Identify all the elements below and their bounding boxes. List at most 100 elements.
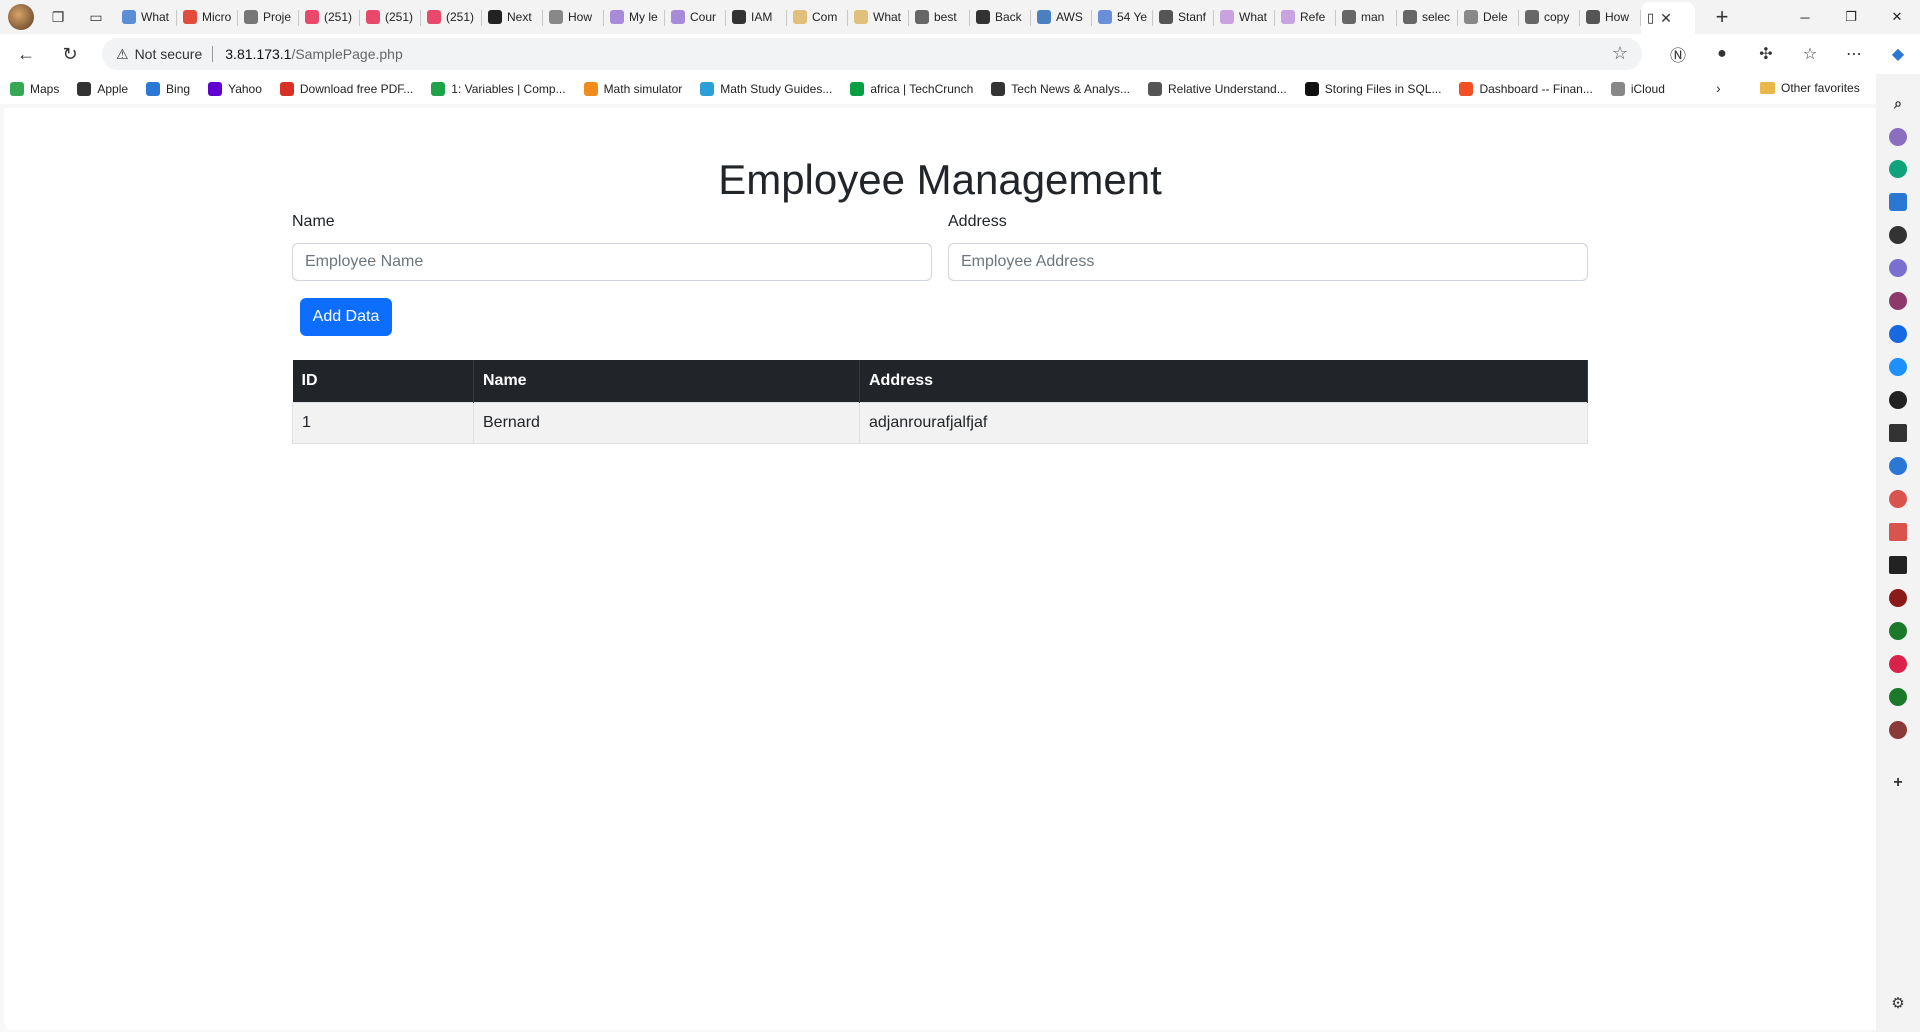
browser-tab[interactable]: How: [1580, 2, 1641, 32]
sidebar-app-icon[interactable]: [1889, 160, 1907, 178]
browser-tab[interactable]: What: [848, 2, 909, 32]
browser-tab[interactable]: 54 Ye: [1092, 2, 1153, 32]
restore-button[interactable]: ❐: [1828, 0, 1874, 34]
tab-actions-icon[interactable]: ▭: [82, 3, 110, 31]
sidebar-app-icon[interactable]: [1889, 128, 1907, 146]
browser-tab[interactable]: (251): [421, 2, 482, 32]
sidebar-app-icon[interactable]: [1889, 721, 1907, 739]
profile-avatar[interactable]: [8, 4, 34, 30]
browser-tab[interactable]: Com: [787, 2, 848, 32]
favorites-icon[interactable]: ☆: [1788, 44, 1832, 64]
browser-toolbar: ← ↻ ⚠ Not secure 3.81.173.1/SamplePage.p…: [0, 34, 1920, 74]
browser-tab[interactable]: selec: [1397, 2, 1458, 32]
browser-tab[interactable]: Refe: [1275, 2, 1336, 32]
toolbar-icons: Ⓝ ● ✣ ☆ ⋯ ◆: [1656, 34, 1920, 74]
sidebar-app-icon[interactable]: [1889, 193, 1907, 211]
browser-tab[interactable]: copy: [1519, 2, 1580, 32]
security-label[interactable]: Not secure: [135, 46, 203, 62]
sidebar-app-icon[interactable]: [1889, 457, 1907, 475]
browser-tab[interactable]: My le: [604, 2, 665, 32]
other-favorites-folder[interactable]: Other favorites: [1760, 81, 1860, 95]
browser-tab[interactable]: How: [543, 2, 604, 32]
new-tab-button[interactable]: +: [1707, 4, 1737, 30]
active-tab[interactable]: ▯ ✕: [1641, 2, 1695, 34]
sidebar-app-icon[interactable]: [1889, 523, 1907, 541]
tab-favicon-icon: [427, 10, 441, 24]
add-data-button[interactable]: Add Data: [300, 298, 392, 336]
workspaces-icon[interactable]: ❐: [44, 3, 72, 31]
refresh-button[interactable]: ↻: [52, 36, 88, 72]
bookmark-item[interactable]: Dashboard -- Finan...: [1459, 82, 1593, 96]
sidebar-app-icon[interactable]: [1889, 688, 1907, 706]
browser-tab[interactable]: (251): [360, 2, 421, 32]
bookmark-item[interactable]: Tech News & Analys...: [991, 82, 1130, 96]
tab-label: (251): [446, 10, 475, 24]
warning-icon[interactable]: ⚠: [116, 46, 129, 63]
browser-tab[interactable]: What: [1214, 2, 1275, 32]
tab-favicon-icon: [732, 10, 746, 24]
sidebar-app-icon[interactable]: [1889, 424, 1907, 442]
browser-tab[interactable]: (251): [299, 2, 360, 32]
notion-extension-icon[interactable]: Ⓝ: [1656, 42, 1700, 66]
browser-tab[interactable]: What: [116, 2, 177, 32]
cell-address: adjanrourafjalfjaf: [859, 401, 1588, 444]
employee-name-input[interactable]: [292, 243, 932, 281]
browser-tab[interactable]: Micro: [177, 2, 238, 32]
employee-address-input[interactable]: [948, 243, 1588, 281]
browser-tab[interactable]: Back: [970, 2, 1031, 32]
browser-tab[interactable]: Next: [482, 2, 543, 32]
minimize-button[interactable]: ─: [1782, 0, 1828, 34]
bookmark-item[interactable]: iCloud: [1610, 82, 1665, 96]
extensions-puzzle-icon[interactable]: ✣: [1744, 44, 1788, 64]
tab-favicon-icon: [915, 10, 929, 24]
bookmark-item[interactable]: Math Study Guides...: [700, 82, 832, 96]
sidebar-app-icon[interactable]: [1889, 391, 1907, 409]
bookmark-item[interactable]: Relative Understand...: [1148, 82, 1287, 96]
sidebar-app-icon[interactable]: [1889, 226, 1907, 244]
browser-tab[interactable]: best: [909, 2, 970, 32]
copilot-icon[interactable]: ◆: [1876, 44, 1920, 64]
browser-tab[interactable]: Cour: [665, 2, 726, 32]
sidebar-app-icon[interactable]: [1889, 358, 1907, 376]
bookmarks-overflow-chevron-icon[interactable]: ›: [1716, 80, 1721, 96]
sidebar-app-icon[interactable]: [1889, 325, 1907, 343]
browser-tab[interactable]: man: [1336, 2, 1397, 32]
sidebar-app-icon[interactable]: [1889, 589, 1907, 607]
bookmark-item[interactable]: Yahoo: [208, 82, 262, 96]
sidebar-app-icon[interactable]: [1889, 622, 1907, 640]
extension-icon[interactable]: ●: [1700, 45, 1744, 63]
more-menu-icon[interactable]: ⋯: [1832, 44, 1876, 64]
sidebar-app-icon[interactable]: [1889, 655, 1907, 673]
url-path[interactable]: /SamplePage.php: [291, 46, 402, 62]
bookmark-label: Bing: [166, 82, 191, 96]
tab-label: man: [1361, 10, 1385, 24]
browser-tab[interactable]: IAM: [726, 2, 787, 32]
folder-icon: [1760, 82, 1775, 94]
sidebar-app-icon[interactable]: [1889, 259, 1907, 277]
address-bar[interactable]: ⚠ Not secure 3.81.173.1/SamplePage.php ☆: [102, 38, 1642, 70]
browser-tab[interactable]: AWS: [1031, 2, 1092, 32]
back-button[interactable]: ←: [8, 36, 44, 72]
browser-tab[interactable]: Dele: [1458, 2, 1519, 32]
bookmark-item[interactable]: Download free PDF...: [279, 82, 413, 96]
bookmark-item[interactable]: africa | TechCrunch: [850, 82, 973, 96]
bookmark-item[interactable]: Math simulator: [583, 82, 682, 96]
add-sidebar-app-icon[interactable]: +: [1889, 774, 1907, 792]
bookmark-favicon-icon: [700, 82, 715, 96]
bookmark-item[interactable]: Storing Files in SQL...: [1304, 82, 1441, 96]
bookmark-item[interactable]: Apple: [77, 82, 128, 96]
browser-tab[interactable]: Stanf: [1153, 2, 1214, 32]
bookmark-item[interactable]: 1: Variables | Comp...: [431, 82, 566, 96]
sidebar-app-icon[interactable]: [1889, 490, 1907, 508]
settings-gear-icon[interactable]: ⚙: [1889, 994, 1907, 1012]
sidebar-app-icon[interactable]: [1889, 556, 1907, 574]
sidebar-app-icon[interactable]: [1889, 292, 1907, 310]
close-window-button[interactable]: ✕: [1874, 0, 1920, 34]
browser-tab[interactable]: Proje: [238, 2, 299, 32]
favorite-star-icon[interactable]: ☆: [1612, 43, 1628, 64]
bookmark-item[interactable]: Bing: [146, 82, 190, 96]
url-host[interactable]: 3.81.173.1: [225, 46, 291, 62]
bookmark-item[interactable]: Maps: [10, 82, 59, 96]
close-tab-icon[interactable]: ✕: [1660, 10, 1672, 27]
search-icon[interactable]: ⌕: [1889, 94, 1907, 112]
